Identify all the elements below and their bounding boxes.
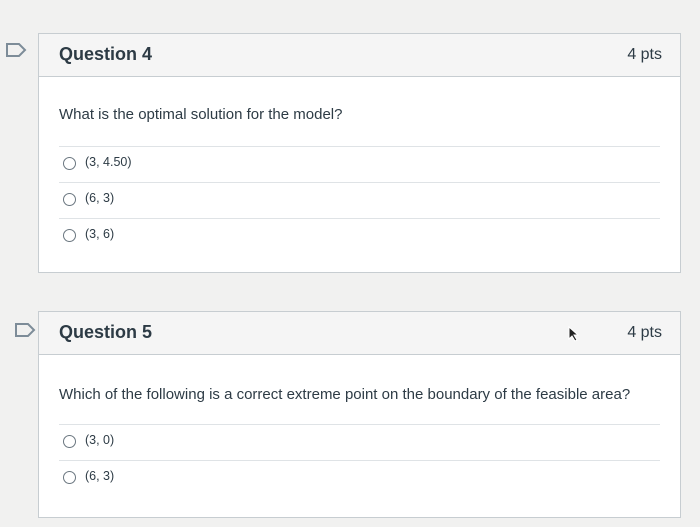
radio-icon[interactable] — [63, 157, 76, 170]
answer-label: (6, 3) — [85, 469, 115, 483]
question-5-card: Question 5 4 pts Which of the following … — [38, 311, 681, 518]
flag-question-5-icon[interactable] — [14, 322, 36, 338]
question-4-title: Question 4 — [59, 44, 153, 64]
radio-icon[interactable] — [63, 471, 76, 484]
cursor-icon — [568, 326, 580, 342]
answer-label: (6, 3) — [85, 191, 115, 205]
answer-option[interactable]: (6, 3) — [59, 460, 660, 497]
question-4-text: What is the optimal solution for the mod… — [59, 106, 343, 123]
question-4-points: 4 pts — [627, 46, 662, 63]
question-4-card: Question 4 4 pts What is the optimal sol… — [38, 33, 681, 273]
answer-label: (3, 0) — [85, 433, 115, 447]
radio-icon[interactable] — [63, 193, 76, 206]
radio-icon[interactable] — [63, 435, 76, 448]
answer-option[interactable]: (3, 4.50) — [59, 146, 660, 183]
radio-icon[interactable] — [63, 229, 76, 242]
question-5-text: Which of the following is a correct extr… — [59, 386, 631, 403]
answer-label: (3, 4.50) — [85, 155, 132, 169]
answer-label: (3, 6) — [85, 227, 115, 241]
question-5-points: 4 pts — [627, 324, 662, 341]
answer-option[interactable]: (3, 6) — [59, 218, 660, 255]
question-4-header: Question 4 4 pts — [39, 34, 680, 77]
answer-option[interactable]: (6, 3) — [59, 182, 660, 219]
question-5-title: Question 5 — [59, 322, 153, 342]
question-5-header: Question 5 4 pts — [39, 312, 680, 355]
answer-option[interactable]: (3, 0) — [59, 424, 660, 461]
flag-question-4-icon[interactable] — [5, 42, 27, 58]
